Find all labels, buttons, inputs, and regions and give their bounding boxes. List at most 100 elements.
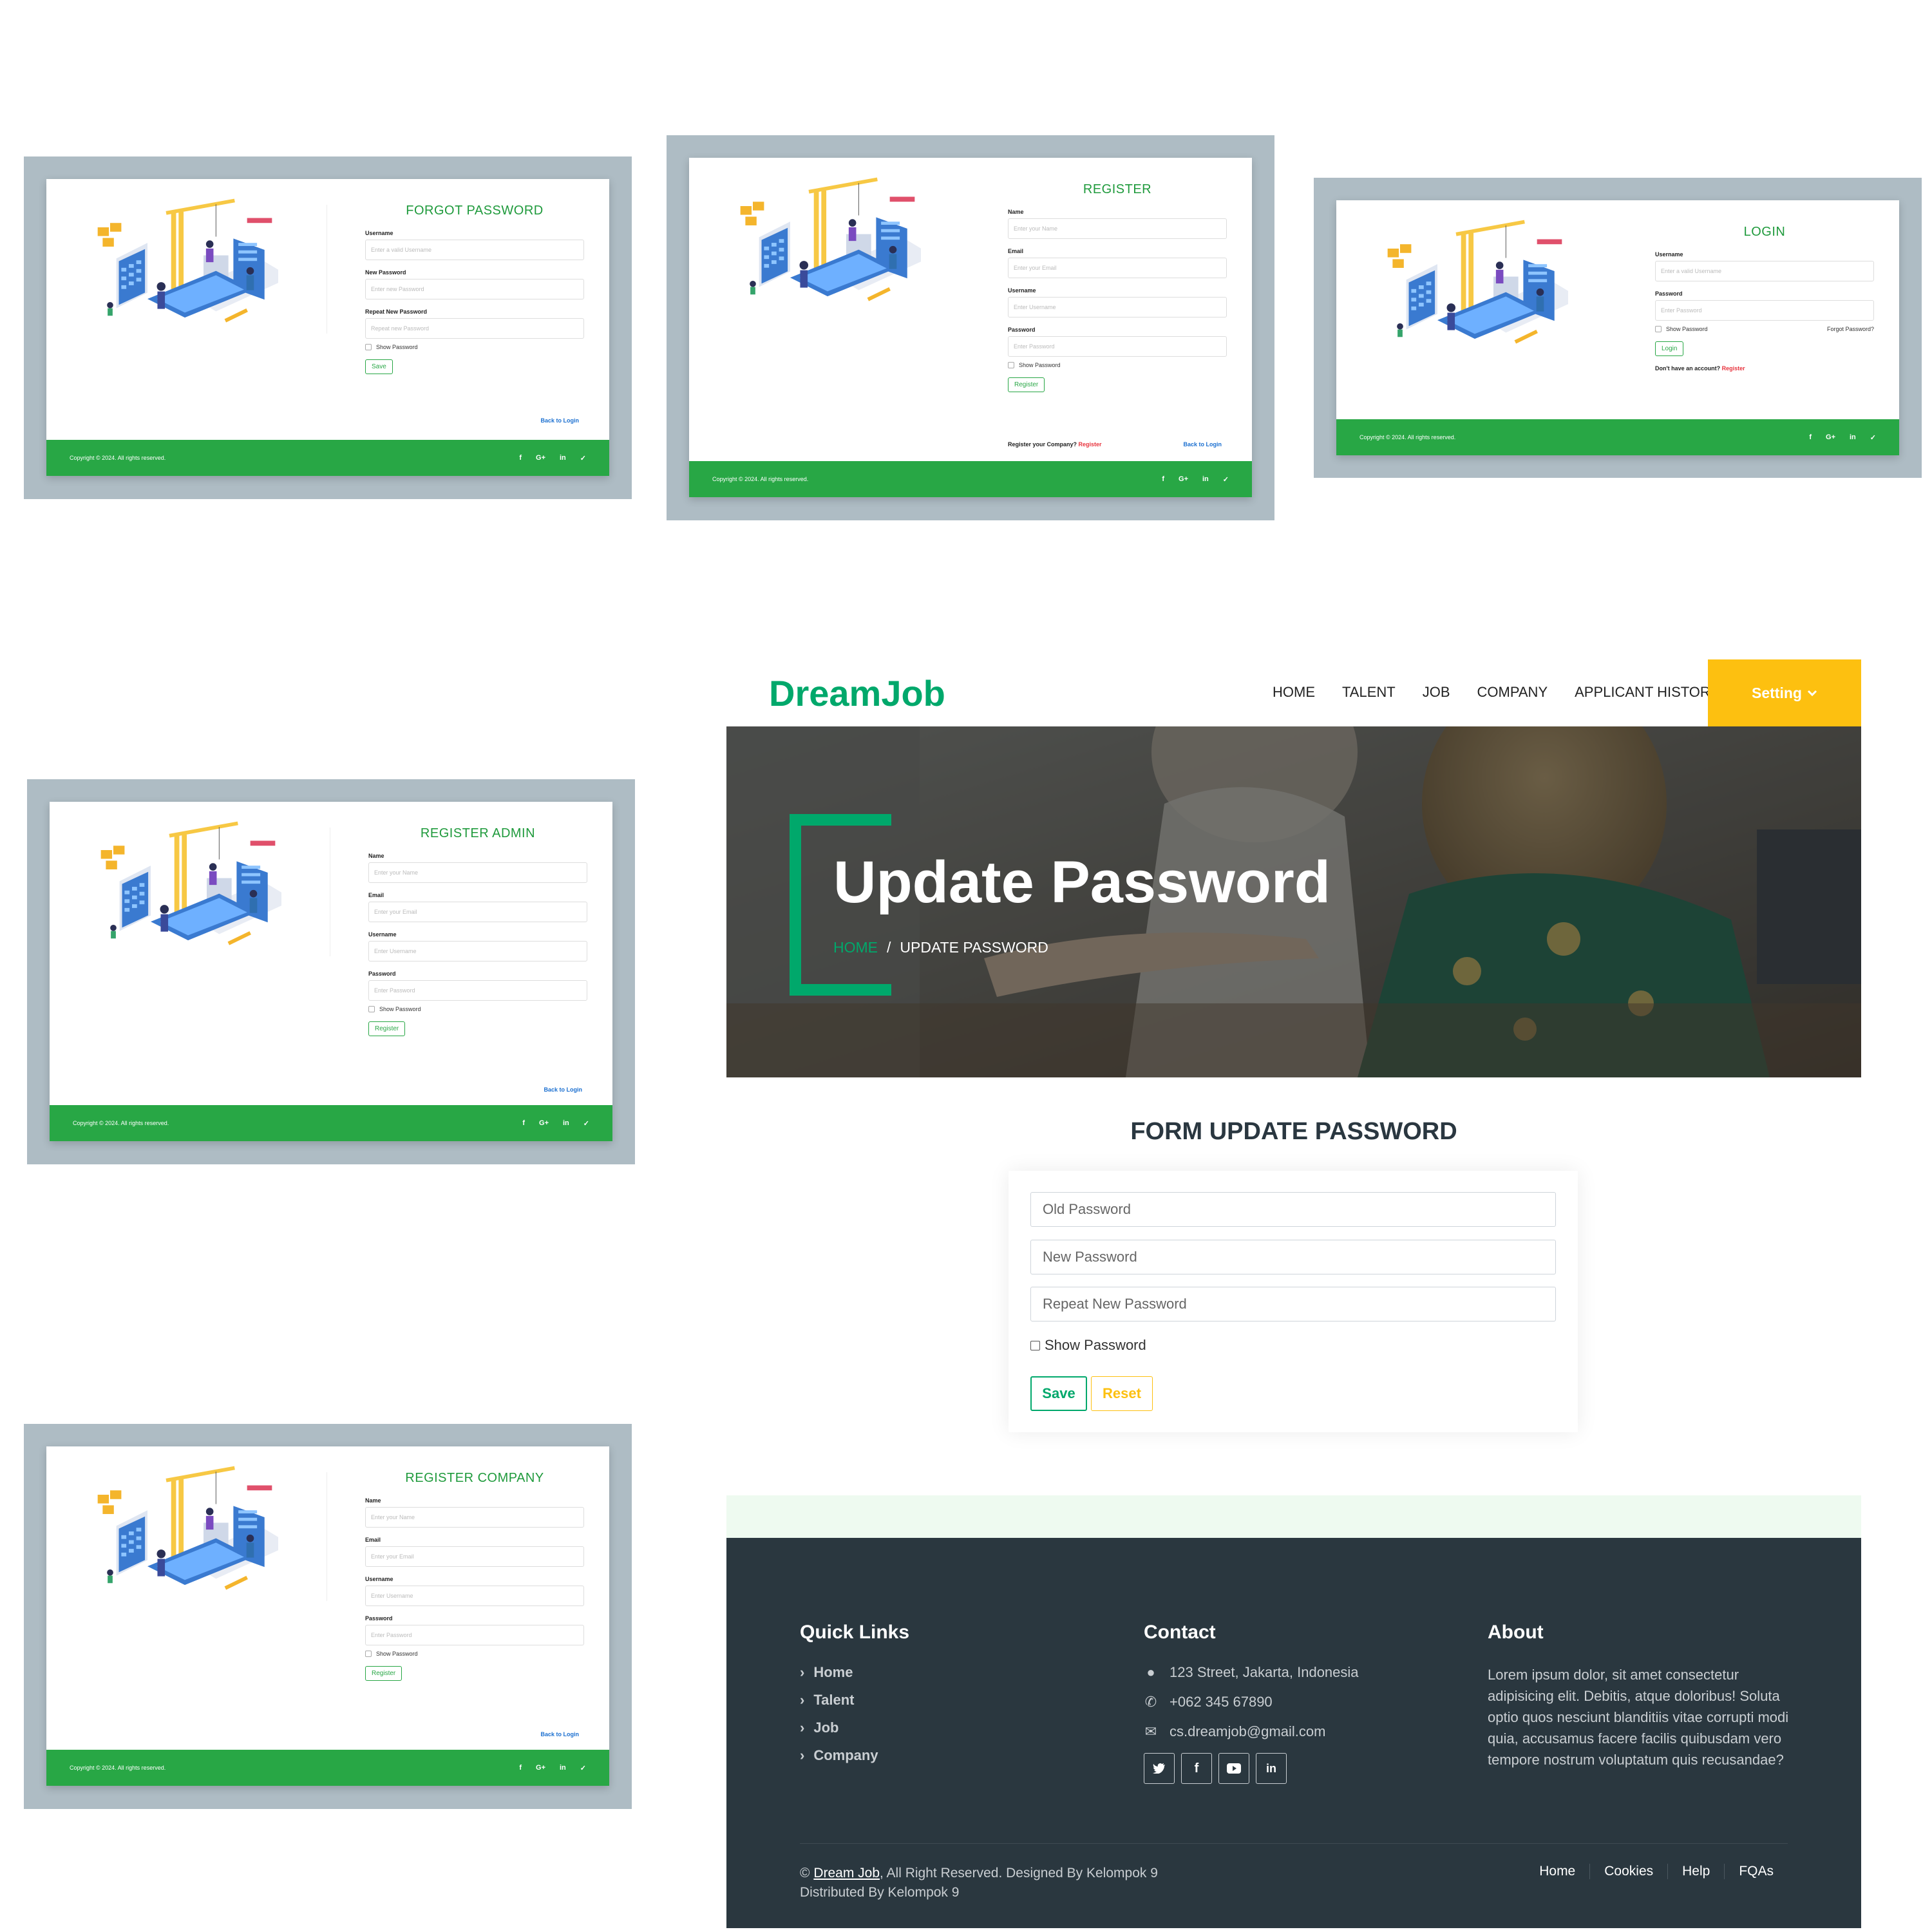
back-to-login-link[interactable]: Back to Login — [1183, 441, 1222, 448]
back-to-login-link[interactable]: Back to Login — [544, 1086, 582, 1093]
footer-bottom-cookies[interactable]: Cookies — [1589, 1864, 1667, 1879]
email-input[interactable]: Enter your Email — [365, 1546, 584, 1567]
youtube-icon[interactable] — [1218, 1753, 1249, 1784]
register-company-card: REGISTER COMPANY Name Enter your Name Em… — [46, 1446, 609, 1786]
hero-banner: Update Password HOME / UPDATE PASSWORD — [726, 726, 1861, 1077]
nav-talent[interactable]: TALENT — [1342, 684, 1396, 701]
save-button[interactable]: Save — [1030, 1376, 1087, 1411]
twitter-icon[interactable] — [1144, 1753, 1175, 1784]
register-admin-screenshot: REGISTER ADMIN Name Enter your Name Emai… — [27, 779, 635, 1164]
old-password-input[interactable]: Old Password — [1030, 1192, 1556, 1227]
google-plus-icon[interactable]: G+ — [536, 1764, 545, 1772]
register-screenshot: REGISTER Name Enter your Name Email Ente… — [667, 135, 1274, 520]
username-input[interactable]: Enter a valid Username — [365, 240, 584, 260]
login-form: LOGIN Username Enter a valid Username Pa… — [1655, 225, 1874, 372]
facebook-icon[interactable]: f — [1181, 1753, 1212, 1784]
new-password-input[interactable]: New Password — [1030, 1240, 1556, 1274]
facebook-icon[interactable]: f — [519, 454, 522, 462]
reset-button[interactable]: Reset — [1091, 1376, 1153, 1411]
contact-column: Contact ● 123 Street, Jakarta, Indonesia … — [1144, 1622, 1359, 1784]
password-input[interactable]: Enter Password — [1008, 336, 1227, 357]
distributed-by: Distributed By Kelompok 9 — [800, 1885, 960, 1900]
name-input[interactable]: Enter your Name — [368, 862, 587, 883]
linkedin-icon[interactable]: in — [1256, 1753, 1287, 1784]
linkedin-icon[interactable]: in — [560, 1764, 566, 1772]
password-input[interactable]: Enter Password — [368, 980, 587, 1001]
twitter-icon[interactable]: ✓ — [580, 454, 586, 462]
register-button[interactable]: Register — [368, 1021, 406, 1036]
google-plus-icon[interactable]: G+ — [1826, 433, 1835, 442]
footer-link-talent[interactable]: › Talent — [800, 1692, 909, 1709]
nav-applicant-history[interactable]: APPLICANT HISTORY — [1575, 684, 1719, 701]
copyright-text: Copyright © 2024. All rights reserved. — [712, 476, 809, 482]
back-to-login-link[interactable]: Back to Login — [540, 417, 579, 424]
facebook-icon[interactable]: f — [519, 1764, 522, 1772]
show-password-checkbox[interactable]: Show Password — [365, 1651, 584, 1657]
facebook-icon[interactable]: f — [522, 1119, 525, 1128]
register-company-link[interactable]: Register — [1079, 441, 1102, 448]
repeat-password-input[interactable]: Repeat New Password — [1030, 1287, 1556, 1321]
chevron-right-icon: › — [800, 1692, 805, 1708]
form-title: REGISTER — [1083, 182, 1152, 196]
footer-bottom-help[interactable]: Help — [1667, 1864, 1724, 1879]
repeat-password-input[interactable]: Repeat new Password — [365, 318, 584, 339]
brand-logo[interactable]: DreamJob — [769, 672, 945, 714]
email-input[interactable]: Enter your Email — [368, 902, 587, 922]
show-password-checkbox[interactable]: Show Password — [368, 1006, 587, 1012]
footer-link-job[interactable]: › Job — [800, 1719, 909, 1736]
username-input[interactable]: Enter a valid Username — [1655, 261, 1874, 281]
show-password-checkbox[interactable]: Show Password — [1655, 326, 1708, 332]
username-input[interactable]: Enter Username — [1008, 297, 1227, 317]
username-label: Username — [365, 1576, 393, 1582]
login-button[interactable]: Login — [1655, 341, 1684, 356]
save-button[interactable]: Save — [365, 359, 393, 374]
back-to-login-link[interactable]: Back to Login — [540, 1731, 579, 1738]
no-account-text: Don't have an account? — [1655, 365, 1721, 372]
forgot-password-link[interactable]: Forgot Password? — [1827, 326, 1874, 332]
show-password-checkbox[interactable]: Show Password — [365, 344, 584, 350]
new-password-input[interactable]: Enter new Password — [365, 279, 584, 299]
footer-link-company[interactable]: › Company — [800, 1747, 909, 1764]
google-plus-icon[interactable]: G+ — [1179, 475, 1188, 484]
dream-job-link[interactable]: Dream Job — [813, 1866, 880, 1880]
show-password-checkbox[interactable]: Show Password — [1008, 362, 1227, 368]
register-link[interactable]: Register — [1722, 365, 1745, 372]
breadcrumb-home[interactable]: HOME — [833, 939, 878, 956]
footer-bottom-fqas[interactable]: FQAs — [1724, 1864, 1788, 1879]
footer-top-band — [726, 1495, 1861, 1538]
twitter-icon[interactable]: ✓ — [1870, 433, 1876, 442]
twitter-icon[interactable]: ✓ — [583, 1119, 589, 1128]
chevron-right-icon: › — [800, 1664, 805, 1680]
username-input[interactable]: Enter Username — [368, 941, 587, 961]
name-input[interactable]: Enter your Name — [365, 1507, 584, 1528]
nav-job[interactable]: JOB — [1423, 684, 1450, 701]
form-title: LOGIN — [1743, 225, 1786, 239]
card-footer: Copyright © 2024. All rights reserved. f… — [46, 440, 609, 476]
password-label: Password — [1008, 327, 1036, 333]
twitter-icon[interactable]: ✓ — [580, 1764, 586, 1772]
email-input[interactable]: Enter your Email — [1008, 258, 1227, 278]
linkedin-icon[interactable]: in — [563, 1119, 569, 1128]
setting-dropdown[interactable]: Setting — [1708, 659, 1861, 726]
show-password-checkbox[interactable]: Show Password — [1030, 1337, 1146, 1354]
username-input[interactable]: Enter Username — [365, 1586, 584, 1606]
nav-home[interactable]: HOME — [1273, 684, 1315, 701]
linkedin-icon[interactable]: in — [1850, 433, 1856, 442]
google-plus-icon[interactable]: G+ — [536, 454, 545, 462]
footer-link-home[interactable]: › Home — [800, 1664, 909, 1681]
password-input[interactable]: Enter Password — [1655, 300, 1874, 321]
linkedin-icon[interactable]: in — [560, 454, 566, 462]
register-button[interactable]: Register — [1008, 377, 1045, 392]
password-input[interactable]: Enter Password — [365, 1625, 584, 1645]
nav-company[interactable]: COMPANY — [1477, 684, 1548, 701]
footer-bottom-home[interactable]: Home — [1525, 1864, 1589, 1879]
facebook-icon[interactable]: f — [1809, 433, 1812, 442]
register-button[interactable]: Register — [365, 1666, 402, 1681]
twitter-icon[interactable]: ✓ — [1223, 475, 1229, 484]
card-footer: Copyright © 2024. All rights reserved. f… — [1336, 419, 1899, 455]
google-plus-icon[interactable]: G+ — [539, 1119, 549, 1128]
password-label: Password — [368, 971, 396, 977]
linkedin-icon[interactable]: in — [1202, 475, 1209, 484]
name-input[interactable]: Enter your Name — [1008, 218, 1227, 239]
facebook-icon[interactable]: f — [1162, 475, 1164, 484]
